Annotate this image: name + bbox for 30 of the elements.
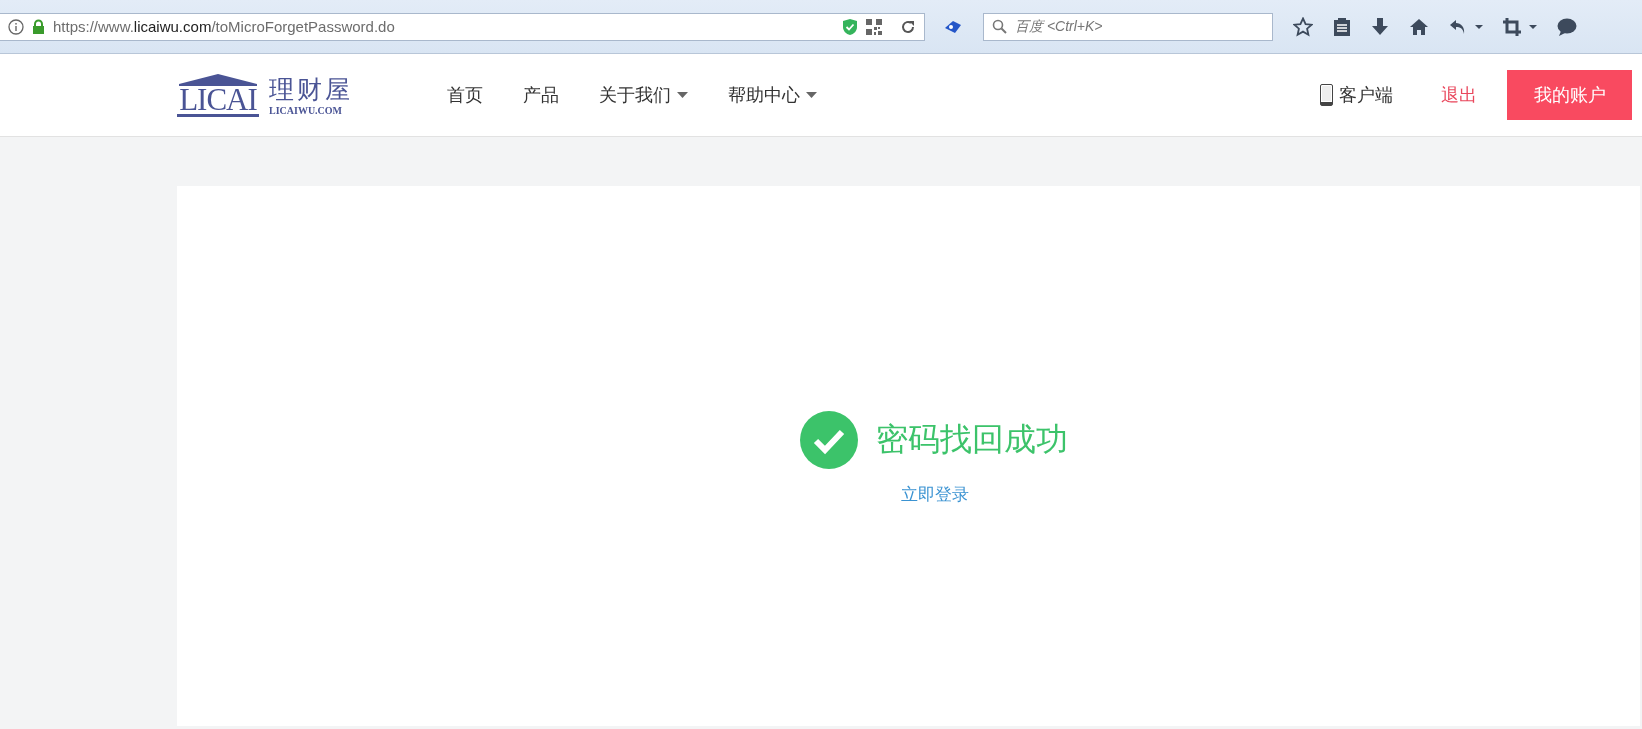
url-text: licaiwu.com [133, 18, 212, 35]
reload-icon[interactable] [900, 18, 916, 35]
logo-domain: LICAIWU.COM [269, 104, 344, 116]
nav-link[interactable]: 关于我们 [599, 83, 688, 107]
nav-link[interactable]: 首页 [447, 83, 483, 107]
success-message: 密码找回成功 [875, 420, 1068, 459]
nav-link[interactable]: 帮助中心 [728, 83, 817, 107]
search-placeholder: 百度 <Ctrl+K> [1015, 17, 1103, 36]
clipboard-icon[interactable] [1333, 16, 1351, 37]
roof-icon [177, 73, 259, 86]
phone-icon [1320, 84, 1333, 106]
logout-link[interactable]: 退出 [1441, 83, 1477, 107]
extension-icon[interactable] [943, 18, 963, 35]
home-icon[interactable] [1409, 17, 1429, 36]
lock-icon[interactable] [32, 18, 45, 35]
info-icon[interactable] [8, 18, 24, 35]
url-text: https://www. [53, 18, 134, 35]
shield-icon[interactable] [842, 17, 858, 36]
client-link[interactable]: 客户端 [1320, 83, 1393, 107]
crop-icon[interactable] [1503, 17, 1537, 36]
logo-text: LICAI [177, 85, 259, 117]
logo-name: 理财屋 [269, 74, 353, 103]
chat-bubble-icon[interactable] [1557, 17, 1577, 36]
star-icon[interactable] [1293, 16, 1313, 37]
nav-link[interactable]: 产品 [523, 83, 559, 107]
search-icon [992, 19, 1007, 34]
download-icon[interactable] [1371, 16, 1389, 37]
qr-code-icon[interactable] [866, 18, 882, 35]
url-text: /toMicroForgetPassword.do [211, 18, 395, 35]
search-field[interactable]: 百度 <Ctrl+K> [983, 12, 1273, 41]
